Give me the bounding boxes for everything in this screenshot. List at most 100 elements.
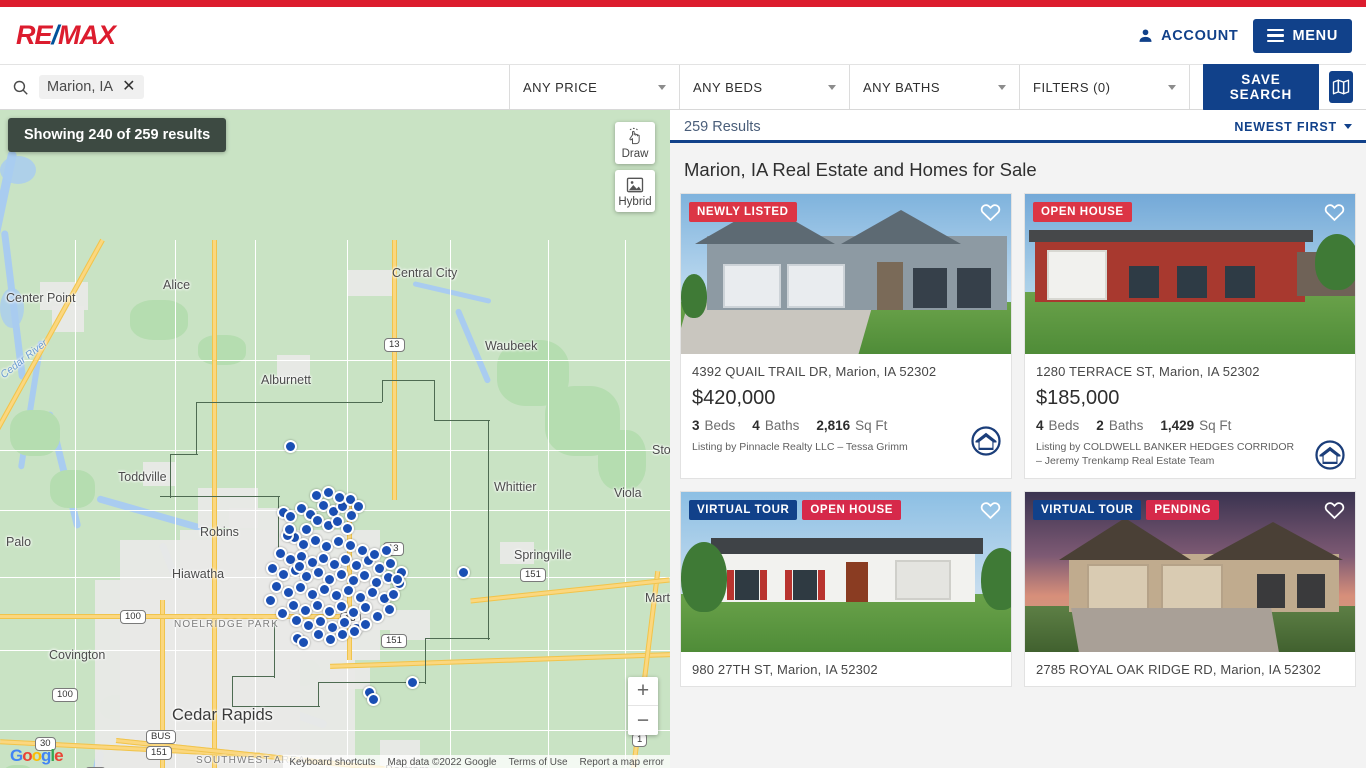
favorite-heart-icon[interactable]	[979, 202, 1002, 223]
chevron-down-icon	[1344, 124, 1352, 129]
map-pin[interactable]	[283, 523, 296, 536]
map-pane[interactable]: Center Point Alice Central City Alburnet…	[0, 110, 670, 768]
search-toolbar: Marion, IA ✕ ANY PRICE ANY BEDS ANY BATH…	[0, 62, 1366, 112]
map-pin[interactable]	[293, 560, 306, 573]
photo-roof	[1059, 517, 1191, 560]
photo-window	[957, 268, 991, 308]
map-label: Hiawatha	[172, 567, 225, 581]
sqft-label: Sq Ft	[1199, 418, 1232, 433]
map-label: Cedar Rapids	[172, 706, 273, 724]
zoom-out-button[interactable]: −	[628, 706, 658, 735]
listing-photo[interactable]: OPEN HOUSE	[1025, 194, 1355, 354]
photo-window	[1225, 266, 1255, 298]
map-pin[interactable]	[383, 603, 396, 616]
listing-photo[interactable]: NEWLY LISTED	[681, 194, 1011, 354]
photo-garage-door	[1047, 250, 1107, 300]
sqft-value: 1,429	[1160, 418, 1195, 433]
favorite-heart-icon[interactable]	[979, 500, 1002, 521]
map-pin[interactable]	[367, 693, 380, 706]
listing-grid: NEWLY LISTED 4392 QUAIL TRAIL DR, Marion…	[670, 193, 1366, 768]
photo-roof	[1029, 230, 1313, 242]
listing-address: 2785 ROYAL OAK RIDGE RD, Marion, IA 5230…	[1036, 661, 1322, 677]
map-pin[interactable]	[342, 584, 355, 597]
save-search-button[interactable]: SAVE SEARCH	[1203, 62, 1319, 112]
map-pin[interactable]	[359, 601, 372, 614]
map-pin[interactable]	[276, 607, 289, 620]
photo-shrub	[681, 274, 707, 318]
map-label: Central City	[392, 266, 458, 280]
listing-card[interactable]: NEWLY LISTED 4392 QUAIL TRAIL DR, Marion…	[680, 193, 1012, 479]
beds-label: Beds	[1048, 418, 1080, 433]
price-filter[interactable]: ANY PRICE	[510, 65, 680, 109]
map-pin[interactable]	[359, 618, 372, 631]
sort-dropdown[interactable]: NEWEST FIRST	[1234, 120, 1352, 134]
terms-of-use-link[interactable]: Terms of Use	[502, 755, 574, 768]
listing-badge: OPEN HOUSE	[802, 499, 902, 520]
map-pin[interactable]	[406, 676, 419, 689]
favorite-heart-icon[interactable]	[1323, 202, 1346, 223]
map-label: Alburnett	[261, 373, 312, 387]
search-input[interactable]: Marion, IA ✕	[0, 65, 510, 109]
more-filters[interactable]: FILTERS (0)	[1020, 65, 1190, 109]
listing-card[interactable]: VIRTUAL TOUR OPEN HOUSE 980 27TH ST, Mar…	[680, 490, 1012, 687]
map-label: Toddville	[118, 470, 167, 484]
map-pin[interactable]	[294, 581, 307, 594]
route-shield: 151	[520, 568, 546, 583]
listing-photo[interactable]: VIRTUAL TOUR OPEN HOUSE	[681, 491, 1011, 652]
map-pin[interactable]	[297, 636, 310, 649]
beds-value: 4	[1036, 418, 1044, 433]
listing-broker: Listing by COLDWELL BANKER HEDGES CORRID…	[1036, 441, 1295, 467]
photo-window	[1257, 573, 1285, 608]
listing-card[interactable]: OPEN HOUSE 1280 TERRACE ST, Marion, IA 5…	[1024, 193, 1356, 479]
map-view-toggle-button[interactable]	[1328, 71, 1353, 103]
route-shield: 151	[381, 634, 407, 649]
price-filter-label: ANY PRICE	[523, 79, 598, 95]
map-pin[interactable]	[341, 522, 354, 535]
photo-garage-door	[787, 264, 845, 308]
favorite-heart-icon[interactable]	[1323, 500, 1346, 521]
beds-filter-label: ANY BEDS	[693, 79, 763, 95]
photo-window	[1177, 266, 1207, 298]
zoom-in-button[interactable]: +	[628, 677, 658, 706]
map-zoom-controls[interactable]: + −	[628, 677, 658, 735]
map-pin[interactable]	[264, 594, 277, 607]
more-filters-label: FILTERS (0)	[1033, 79, 1111, 95]
map-canvas: Center Point Alice Central City Alburnet…	[0, 110, 670, 768]
photo-garage-door	[723, 264, 781, 308]
chevron-down-icon	[828, 84, 836, 90]
menu-label: MENU	[1292, 27, 1338, 44]
map-label: Alice	[163, 278, 191, 292]
listing-price: $420,000	[692, 387, 776, 409]
map-pin[interactable]	[387, 588, 400, 601]
map-data-credit: Map data ©2022 Google	[381, 755, 503, 768]
clear-location-icon[interactable]: ✕	[122, 79, 135, 95]
report-map-error-link[interactable]: Report a map error	[573, 755, 670, 768]
listing-badge: VIRTUAL TOUR	[1033, 499, 1142, 520]
listing-address: 980 27TH ST, Marion, IA 52302	[692, 661, 878, 677]
hybrid-layer-label: Hybrid	[618, 196, 652, 208]
listing-photo[interactable]: VIRTUAL TOUR PENDING	[1025, 491, 1355, 652]
draw-tool-button[interactable]: Draw	[615, 122, 655, 164]
listing-badge: NEWLY LISTED	[689, 202, 797, 222]
keyboard-shortcuts-link[interactable]: Keyboard shortcuts	[283, 755, 382, 768]
account-button[interactable]: ACCOUNT	[1137, 27, 1238, 44]
remax-logo[interactable]: RE / MAX	[16, 20, 116, 51]
beds-filter[interactable]: ANY BEDS	[680, 65, 850, 109]
map-pin[interactable]	[391, 573, 404, 586]
map-pin[interactable]	[352, 500, 365, 513]
baths-filter-label: ANY BATHS	[863, 79, 940, 95]
photo-door	[877, 262, 903, 310]
map-pin[interactable]	[284, 440, 297, 453]
map-pin[interactable]	[380, 544, 393, 557]
map-pin[interactable]	[371, 610, 384, 623]
menu-button[interactable]: MENU	[1252, 18, 1352, 53]
photo-roof	[1203, 521, 1343, 560]
listing-badges: OPEN HOUSE	[1033, 202, 1132, 222]
hybrid-layer-button[interactable]: Hybrid	[615, 170, 655, 212]
baths-filter[interactable]: ANY BATHS	[850, 65, 1020, 109]
map-pin[interactable]	[358, 569, 371, 582]
site-header: RE / MAX ACCOUNT MENU	[0, 7, 1366, 64]
sqft-label: Sq Ft	[855, 418, 888, 433]
map-pin[interactable]	[457, 566, 470, 579]
listing-card[interactable]: VIRTUAL TOUR PENDING 2785 ROYAL OAK RIDG…	[1024, 490, 1356, 687]
